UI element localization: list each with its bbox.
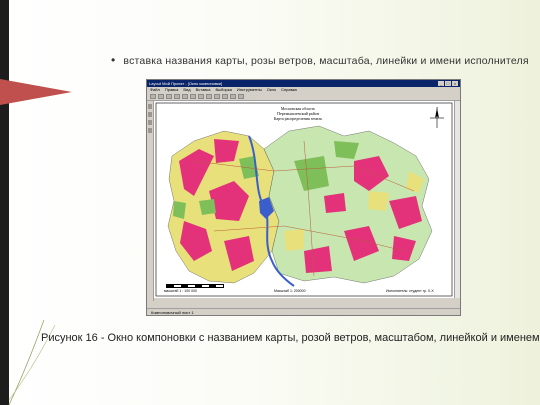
- map-title-block: Московская область Перемышленский район …: [238, 106, 358, 121]
- svg-text:N: N: [436, 107, 438, 109]
- map-title-line-3: Карта распределения земель: [273, 116, 323, 121]
- compass-rose-icon: N: [430, 107, 444, 128]
- scale-bar: [166, 284, 224, 288]
- minimize-button[interactable]: _: [438, 81, 444, 86]
- author-label: Исполнитель: студент гр. X-X: [386, 289, 434, 293]
- menu-help[interactable]: Справка: [281, 87, 297, 93]
- figure-caption: Рисунок 16 - Окно компоновки с названием…: [41, 332, 540, 344]
- select-tool-icon[interactable]: [148, 104, 152, 109]
- pan-icon[interactable]: [230, 94, 236, 99]
- zoom-out-icon[interactable]: [222, 94, 228, 99]
- bullet-text: вставка названия карты, розы ветров, мас…: [123, 55, 529, 67]
- gis-layout-window: Layout Мой Проект - [Окно компоновки] _ …: [146, 79, 461, 316]
- save-icon[interactable]: [166, 94, 172, 99]
- maximize-button[interactable]: □: [445, 81, 451, 86]
- district-map: [155, 102, 453, 297]
- cut-icon[interactable]: [182, 94, 188, 99]
- menu-insert[interactable]: Вставка: [196, 87, 211, 93]
- undo-icon[interactable]: [206, 94, 212, 99]
- scale-text: Масштаб 1: 200000: [274, 289, 306, 293]
- vertical-scrollbar[interactable]: [454, 101, 460, 298]
- menu-tools[interactable]: Инструменты: [237, 87, 262, 93]
- open-icon[interactable]: [158, 94, 164, 99]
- text-tool-icon[interactable]: [148, 112, 152, 117]
- line-tool-icon[interactable]: [148, 128, 152, 133]
- bullet-dot-icon: •: [111, 53, 116, 67]
- window-controls: _ □ ×: [438, 81, 458, 86]
- identify-icon[interactable]: [238, 94, 244, 99]
- window-titlebar: Layout Мой Проект - [Окно компоновки] _ …: [147, 80, 460, 87]
- print-icon[interactable]: [174, 94, 180, 99]
- menu-window[interactable]: Окно: [267, 87, 276, 93]
- copy-icon[interactable]: [190, 94, 196, 99]
- menu-view[interactable]: Вид: [183, 87, 190, 93]
- scale-label: масштаб 1 : 100 000: [164, 289, 197, 293]
- toolbar: [147, 93, 460, 101]
- decorative-lines: [8, 319, 56, 405]
- new-icon[interactable]: [150, 94, 156, 99]
- paste-icon[interactable]: [198, 94, 204, 99]
- bullet-item: • вставка названия карты, розы ветров, ма…: [111, 53, 529, 67]
- status-bar: Компоновочный лист 1: [147, 308, 460, 315]
- zoom-in-icon[interactable]: [214, 94, 220, 99]
- window-title: Layout Мой Проект - [Окно компоновки]: [149, 81, 223, 86]
- layout-canvas[interactable]: Московская область Перемышленский район …: [154, 101, 454, 298]
- close-button[interactable]: ×: [452, 81, 458, 86]
- menu-edit[interactable]: Правка: [165, 87, 179, 93]
- rectangle-tool-icon[interactable]: [148, 120, 152, 125]
- menu-selection[interactable]: Выборка: [215, 87, 231, 93]
- menu-file[interactable]: Файл: [150, 87, 160, 93]
- side-toolbar: [147, 101, 154, 301]
